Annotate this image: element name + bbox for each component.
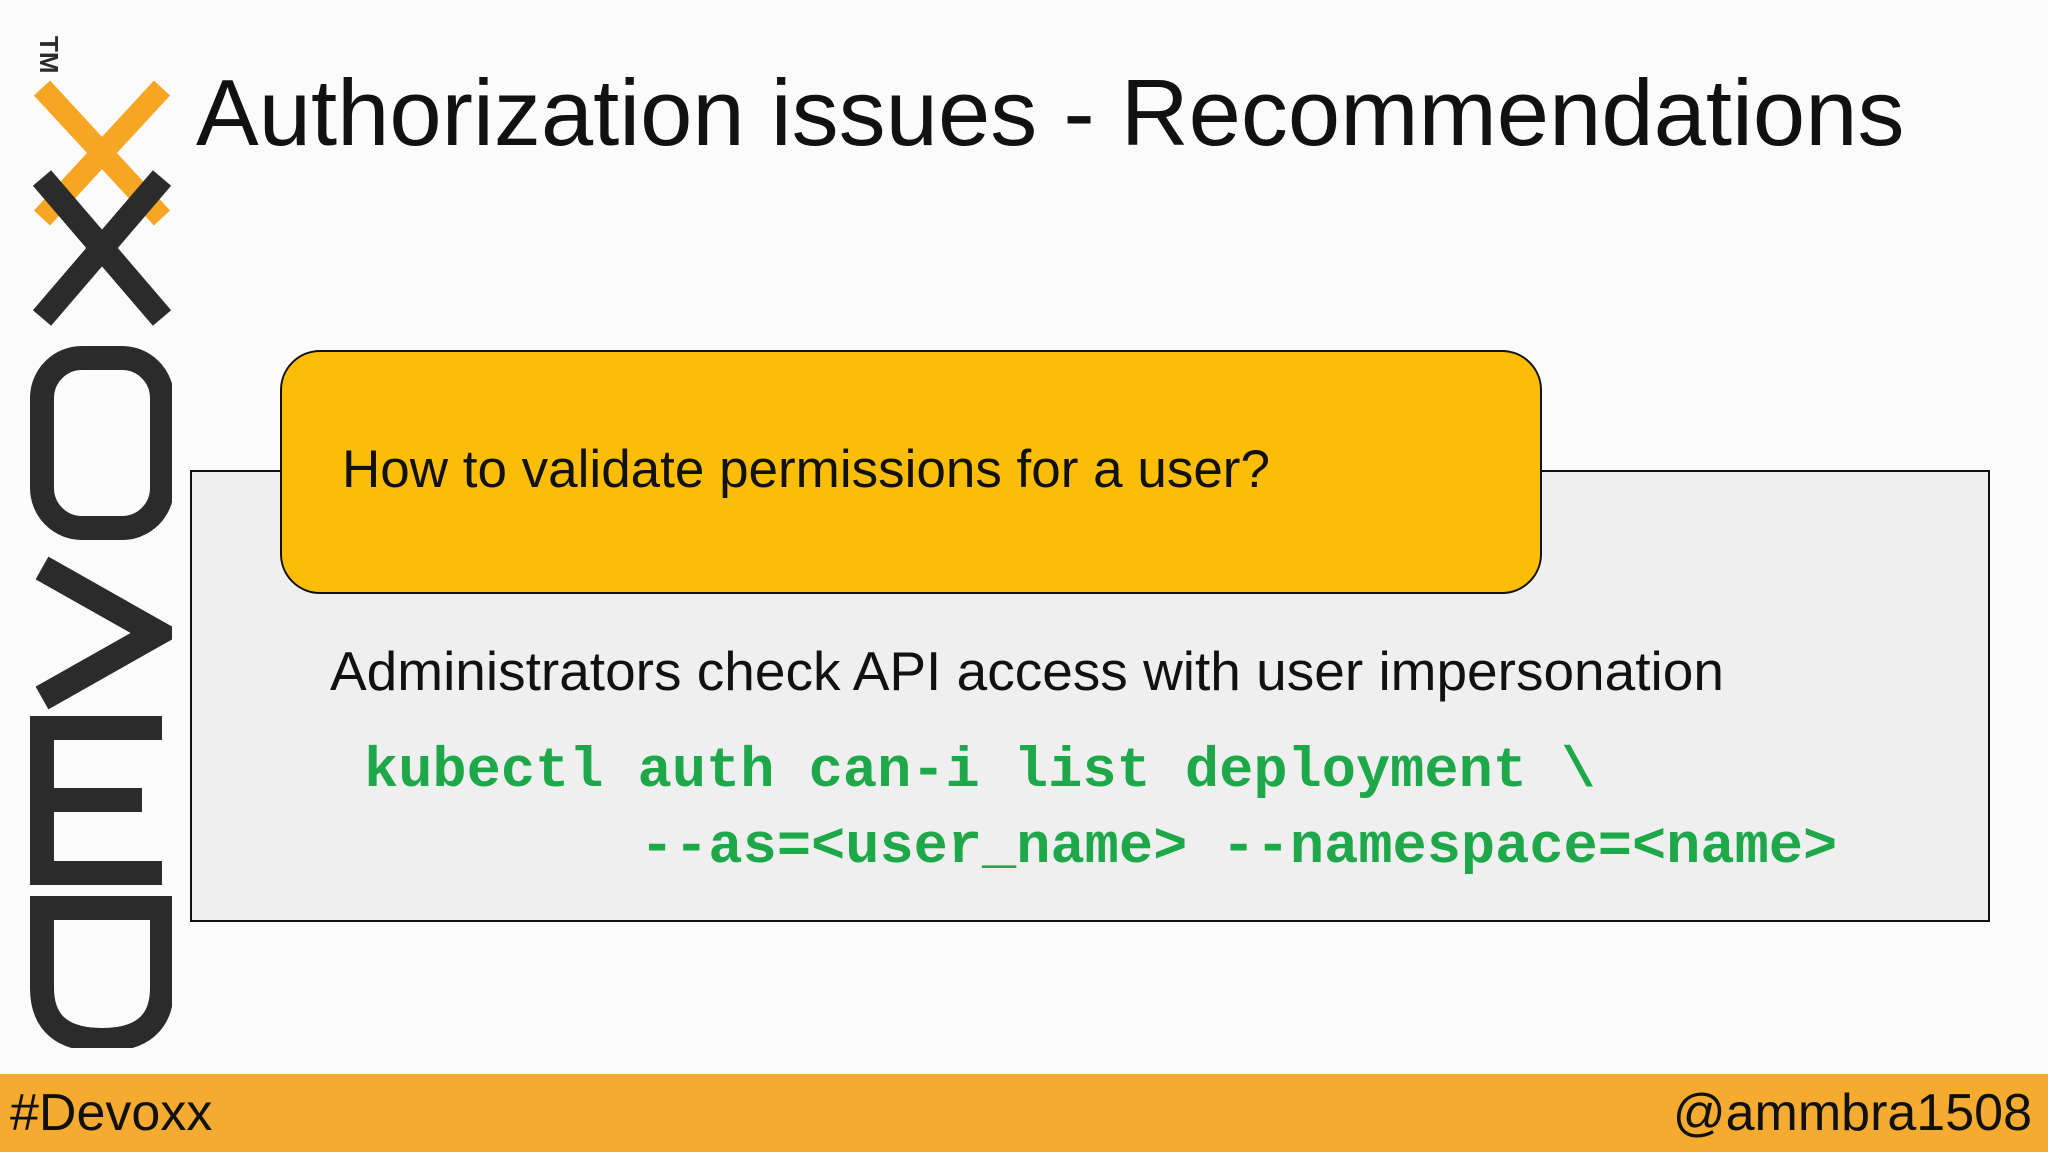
callout-question-text: How to validate permissions for a user? xyxy=(342,440,1270,499)
question-callout: How to validate permissions for a user? xyxy=(280,350,1542,594)
description-text: Administrators check API access with use… xyxy=(330,640,1724,702)
footer-hashtag: #Devoxx xyxy=(10,1084,213,1142)
slide: TM Authorization issues - Recommendation… xyxy=(0,0,2048,1152)
svg-text:TM: TM xyxy=(34,36,64,74)
footer-bar: #Devoxx @ammbra1508 xyxy=(0,1074,2048,1152)
slide-title: Authorization issues - Recommendations xyxy=(196,60,1905,165)
code-line-1: kubectl auth can-i list deployment \ xyxy=(364,740,1596,804)
code-line-2: --as=<user_name> --namespace=<name> xyxy=(640,816,1838,880)
devoxx-logo: TM xyxy=(30,36,172,1048)
footer-handle: @ammbra1508 xyxy=(1672,1084,2032,1142)
